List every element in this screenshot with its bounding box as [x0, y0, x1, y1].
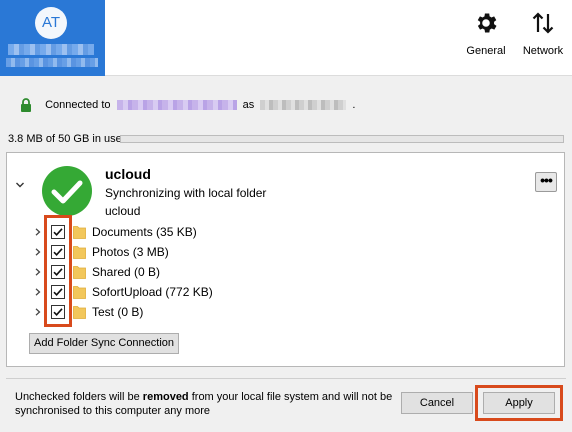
chevron-right-icon[interactable]: [34, 308, 42, 316]
account-server-redacted: [6, 58, 98, 67]
chevron-down-icon[interactable]: [15, 180, 25, 190]
username-redacted: [260, 100, 347, 111]
chevron-right-icon[interactable]: [34, 288, 42, 296]
subfolder-row[interactable]: Shared (0 B): [7, 262, 547, 282]
add-folder-sync-button[interactable]: Add Folder Sync Connection: [29, 333, 180, 354]
subfolder-label: Photos (3 MB): [92, 245, 169, 259]
folder-more-button[interactable]: •••: [535, 172, 557, 192]
apply-highlight: [475, 385, 563, 421]
subfolder-row[interactable]: Photos (3 MB): [7, 242, 547, 262]
general-settings-button[interactable]: General: [458, 6, 514, 70]
connection-suffix: .: [352, 99, 356, 112]
folder-icon: [73, 266, 86, 279]
warning-bold: removed: [142, 391, 189, 403]
connection-status: Connected to as .: [20, 97, 355, 113]
unchecked-warning: Unchecked folders will be removed from y…: [15, 390, 405, 418]
account-button[interactable]: AT: [0, 0, 105, 76]
connection-prefix: Connected to: [45, 99, 111, 112]
top-toolbar: AT General Network: [0, 0, 572, 76]
up-down-arrows-icon: [532, 12, 554, 34]
network-settings-button[interactable]: Network: [515, 6, 571, 70]
server-url-redacted: [116, 100, 237, 111]
lock-icon: [21, 98, 31, 113]
connection-as: as: [242, 99, 255, 112]
sync-status-text: Synchronizing with local folder: [105, 186, 267, 200]
folder-icon: [73, 226, 86, 239]
sync-ok-icon: [42, 166, 92, 216]
checkbox-highlight: [44, 215, 72, 327]
folder-icon: [73, 246, 86, 259]
account-name-redacted: [8, 44, 94, 55]
subfolder-label: Shared (0 B): [92, 265, 161, 279]
subfolder-label: SofortUpload (772 KB): [92, 285, 213, 299]
chevron-right-icon[interactable]: [34, 228, 42, 236]
network-label: Network: [522, 45, 564, 57]
avatar: AT: [35, 7, 67, 39]
quota-progress-bar: [120, 135, 564, 143]
footer-divider: [6, 378, 566, 379]
subfolder-row[interactable]: SofortUpload (772 KB): [7, 282, 547, 302]
quota-text: 3.8 MB of 50 GB in use: [8, 133, 122, 145]
gear-icon: [477, 13, 497, 33]
folder-icon: [73, 306, 86, 319]
chevron-right-icon[interactable]: [34, 248, 42, 256]
local-folder-name: ucloud: [105, 204, 141, 218]
cancel-button[interactable]: Cancel: [401, 392, 473, 414]
subfolder-label: Documents (35 KB): [92, 225, 197, 239]
chevron-right-icon[interactable]: [34, 268, 42, 276]
warning-pre: Unchecked folders will be: [15, 391, 140, 403]
folder-list-panel: ucloud Synchronizing with local folder u…: [6, 152, 565, 367]
sync-folder-name: ucloud: [105, 166, 151, 182]
subfolder-row[interactable]: Test (0 B): [7, 302, 547, 322]
folder-icon: [73, 286, 86, 299]
subfolder-label: Test (0 B): [92, 305, 144, 319]
subfolder-row[interactable]: Documents (35 KB): [7, 222, 547, 242]
general-label: General: [466, 45, 506, 57]
